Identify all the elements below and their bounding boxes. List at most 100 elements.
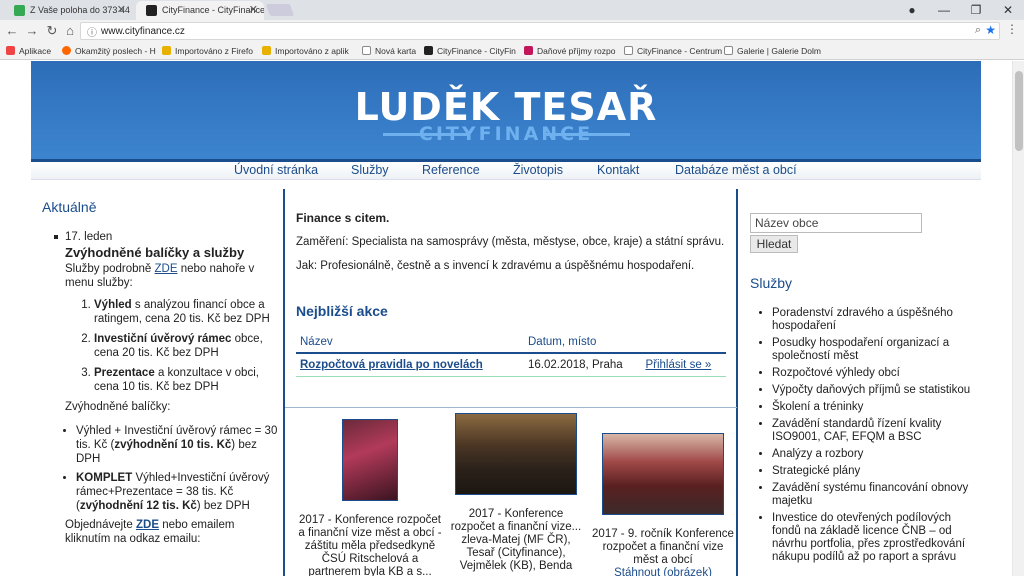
f-logo-icon (524, 46, 533, 55)
events-header-action (641, 332, 726, 354)
browser-tab-strip: Z Vaše poloha do 373 44 ✕ CityFinance - … (0, 0, 1024, 20)
gallery-item: 2017 - 9. ročník Konference rozpočet a f… (590, 433, 736, 576)
info-icon[interactable]: ⓘ (87, 24, 97, 39)
service-item[interactable]: Strategické plány (772, 465, 980, 478)
news-item: 17. leden Zvýhodněné balíčky a služby Sl… (54, 230, 278, 546)
offer-name: Výhled (94, 299, 132, 311)
bookmark-label: Daňové příjmy rozpo (537, 46, 616, 56)
center-separator (285, 407, 737, 408)
events-header-date: Datum, místo (524, 332, 642, 354)
nav-services[interactable]: Služby (351, 163, 389, 177)
service-item[interactable]: Analýzy a rozbory (772, 448, 980, 461)
bookmark-item[interactable]: Aplikace (6, 45, 51, 57)
scrollbar-thumb[interactable] (1015, 71, 1023, 151)
table-row: Rozpočtová pravidla po novelách 16.02.20… (296, 353, 726, 377)
reload-icon[interactable]: ↻ (44, 23, 60, 39)
services-detail-link[interactable]: ZDE (155, 263, 178, 275)
bookmark-label: Aplikace (19, 46, 52, 56)
bookmark-item[interactable]: CityFinance - CityFin (424, 45, 516, 57)
bookmark-label: Okamžitý poslech - H (75, 46, 156, 56)
conference-speaker-photo[interactable] (342, 419, 398, 501)
forward-arrow-icon[interactable]: → (24, 23, 40, 39)
mcdonalds-icon (424, 46, 433, 55)
bookmark-item[interactable]: Importováno z Firefo (162, 45, 253, 57)
packages-title: Zvýhodněné balíčky: (65, 401, 171, 413)
close-tab-icon[interactable]: ✕ (117, 1, 126, 20)
gallery-caption: 2017 - Konference rozpočet a finanční vi… (450, 508, 582, 572)
package-name: KOMPLET (76, 472, 133, 484)
nav-cv[interactable]: Životopis (513, 163, 563, 177)
bookmark-item[interactable]: CityFinance - Centrum (624, 45, 722, 57)
service-item[interactable]: Výpočty daňových příjmů se statistikou (772, 384, 980, 397)
nav-references[interactable]: Reference (422, 163, 480, 177)
service-item[interactable]: Rozpočtové výhledy obcí (772, 367, 980, 380)
zoom-magnifier-icon[interactable]: ⌕ (975, 24, 981, 37)
address-bar[interactable]: ⓘ ⌕ ★ (80, 22, 1000, 40)
column-divider-left (283, 189, 285, 576)
service-item[interactable]: Posudky hospodaření organizací a společn… (772, 337, 980, 363)
register-link[interactable]: Přihlásit se » (645, 359, 711, 371)
services-title: Služby (750, 275, 793, 291)
url-input[interactable] (101, 24, 961, 38)
close-window-icon[interactable]: ✕ (992, 0, 1024, 20)
nav-city-database[interactable]: Databáze měst a obcí (675, 163, 797, 177)
service-item[interactable]: Školení a tréninky (772, 401, 980, 414)
maximize-icon[interactable]: ❐ (960, 0, 992, 20)
nav-contact[interactable]: Kontakt (597, 163, 639, 177)
download-image-link[interactable]: Stáhnout (obrázek) (614, 567, 712, 576)
bookmark-star-icon[interactable]: ★ (985, 23, 996, 37)
offer-item: Investiční úvěrový rámec obce, cena 20 t… (94, 332, 278, 360)
page-scrollbar[interactable] (1012, 61, 1024, 576)
events-header-name: Název (296, 332, 524, 354)
back-arrow-icon[interactable]: ← (4, 23, 20, 39)
profile-icon[interactable]: ● (896, 0, 928, 20)
browser-tab-cityfinance[interactable]: CityFinance - CityFinance ✕ (136, 1, 264, 20)
gallery-caption-text: 2017 - 9. ročník Konference rozpočet a f… (592, 528, 734, 566)
intro-text: Služby podrobně (65, 263, 152, 275)
page-viewport: LUDĚK TESAŘ CITYFINANCE Úvodní stránka S… (0, 61, 1012, 576)
maps-favicon-icon (14, 5, 25, 16)
event-link[interactable]: Rozpočtová pravidla po novelách (300, 359, 483, 371)
bookmark-item[interactable]: Daňové příjmy rozpo (524, 45, 615, 57)
order-link[interactable]: ZDE (136, 519, 159, 531)
home-icon[interactable]: ⌂ (62, 23, 78, 39)
contact-text: Objednávejte (65, 519, 133, 531)
bookmark-label: Importováno z aplik (275, 46, 349, 56)
close-tab-icon[interactable]: ✕ (249, 1, 258, 20)
upcoming-events-title: Nejbližší akce (296, 303, 388, 319)
bookmark-item[interactable]: Galerie | Galerie Dolm (724, 45, 821, 57)
approach-line: Jak: Profesionálně, čestně a s invencí k… (296, 260, 695, 272)
event-name-cell: Rozpočtová pravidla po novelách (296, 353, 524, 377)
news-title: Aktuálně (42, 199, 97, 215)
service-item[interactable]: Investice do otevřených podílových fondů… (772, 512, 980, 564)
conference-hall-photo[interactable] (602, 433, 724, 515)
conference-group-photo[interactable] (455, 413, 577, 495)
nav-home[interactable]: Úvodní stránka (234, 163, 318, 177)
tagline-heading: Finance s citem. (296, 211, 390, 225)
minimize-icon[interactable]: — (928, 0, 960, 20)
service-item[interactable]: Poradenství zdravého a úspěšného hospoda… (772, 307, 980, 333)
news-column: Aktuálně 17. leden Zvýhodněné balíčky a … (42, 199, 278, 546)
bookmark-item[interactable]: Okamžitý poslech - H (62, 45, 156, 57)
browser-menu-icon[interactable]: ⋮ (1006, 22, 1018, 36)
bookmark-item[interactable]: Nová karta (362, 45, 416, 57)
events-header-row: Název Datum, místo (296, 332, 726, 354)
package-item: Výhled + Investiční úvěrový rámec = 30 t… (76, 424, 278, 466)
packages-list: Výhled + Investiční úvěrový rámec = 30 t… (76, 424, 278, 513)
city-search-input[interactable] (750, 213, 922, 233)
offer-name: Prezentace (94, 367, 155, 379)
service-item[interactable]: Zavádění standardů řízení kvality ISO900… (772, 418, 980, 444)
gallery-item: 2017 - Konference rozpočet a finanční vi… (296, 419, 444, 576)
browser-tab-maps[interactable]: Z Vaše poloha do 373 44 ✕ (4, 1, 132, 20)
service-item[interactable]: Zavádění systému financování obnovy maje… (772, 482, 980, 508)
offer-item: Prezentace a konzultace v obci, cena 10 … (94, 366, 278, 394)
column-divider-right (736, 189, 738, 576)
search-button[interactable]: Hledat (750, 235, 798, 253)
browser-toolbar: ← → ↻ ⌂ ⓘ ⌕ ★ ⋮ (0, 20, 1024, 42)
photo-gallery: 2017 - Konference rozpočet a finanční vi… (296, 413, 736, 576)
bookmark-item[interactable]: Importováno z aplik (262, 45, 349, 57)
bookmark-label: Nová karta (375, 46, 417, 56)
offers-list: Výhled s analýzou financí obce a ratinge… (94, 298, 278, 394)
new-tab-button[interactable] (265, 4, 295, 16)
bookmark-label: CityFinance - Centrum (637, 46, 723, 56)
